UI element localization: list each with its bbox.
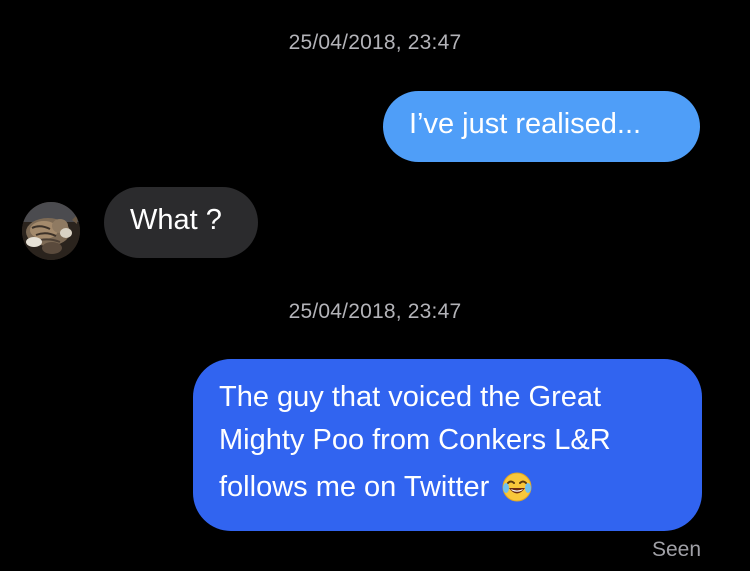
message-text: I’ve just realised... (409, 108, 642, 140)
message-bubble-sent[interactable]: The guy that voiced the Great Mighty Poo… (193, 359, 702, 531)
message-bubble-received[interactable]: What ? (104, 187, 258, 258)
seen-status: Seen (651, 538, 701, 561)
message-text-line: Mighty Poo from Conkers L&R (219, 424, 611, 456)
message-text-line: follows me on Twitter (219, 471, 490, 503)
message-text: What ? (130, 204, 222, 236)
timestamp: 25/04/2018, 23:47 (288, 31, 462, 54)
message-text-line: The guy that voiced the Great (219, 381, 602, 413)
avatar[interactable] (22, 202, 80, 260)
message-bubble-sent[interactable]: I’ve just realised... (383, 91, 700, 162)
cat-avatar-icon (22, 202, 80, 260)
face-with-tears-of-joy-icon (501, 471, 533, 516)
timestamp: 25/04/2018, 23:47 (288, 300, 462, 323)
